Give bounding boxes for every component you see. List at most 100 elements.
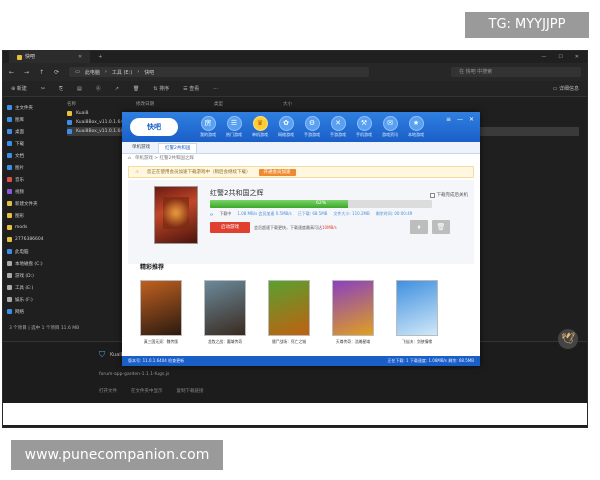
new-button[interactable]: ⊕ 新建 <box>11 85 27 92</box>
folder-icon <box>7 285 12 290</box>
sidebar-item[interactable]: 桌面 <box>7 127 55 136</box>
sidebar-item[interactable]: 娱乐 (F:) <box>7 295 55 304</box>
nav-item[interactable]: ✕ 手游游戏 <box>326 116 350 138</box>
sort-button[interactable]: ⇅ 排序 <box>153 85 169 92</box>
sidebar-item[interactable]: 网络 <box>7 307 55 316</box>
recommend-cover[interactable] <box>140 280 182 336</box>
nav-label: 热门游戏 <box>226 132 242 137</box>
recommend-item[interactable]: 龙牧之战：魔域传奇 <box>204 280 246 345</box>
close-icon[interactable]: ✕ <box>469 116 474 123</box>
nav-icon: ✉ <box>382 116 398 131</box>
downloading-icon: ⟳ <box>210 211 214 217</box>
column-header[interactable]: 类型 <box>214 101 223 109</box>
sidebar-item[interactable]: 此电脑 <box>7 247 55 256</box>
minimize-icon[interactable]: — <box>541 54 546 60</box>
tab-single-games[interactable]: 单机游戏 <box>126 143 156 153</box>
cut-icon[interactable]: ✂ <box>41 86 45 92</box>
back-icon[interactable]: ← <box>9 69 14 76</box>
sidebar-item[interactable]: 工具 (E:) <box>7 283 55 292</box>
sidebar-item[interactable]: 图库 <box>7 115 55 124</box>
nav-item[interactable]: ⚒ 手机游戏 <box>352 116 376 138</box>
tab-close-icon[interactable]: ✕ <box>78 51 82 63</box>
recommend-name: 真三国无双：魏传版 <box>143 339 179 344</box>
sidebar-item[interactable]: 下载 <box>7 139 55 148</box>
sidebar-item[interactable]: 游戏 (D:) <box>7 271 55 280</box>
sidebar-item[interactable]: 视频 <box>7 187 55 196</box>
bird-icon[interactable]: 🕊 <box>558 329 578 349</box>
recommend-cover[interactable] <box>396 280 438 336</box>
sidebar-item[interactable]: 新建文件夹 <box>7 199 55 208</box>
paste-icon[interactable]: ▤ <box>77 86 82 92</box>
delete-icon[interactable]: 🗑 <box>133 86 139 92</box>
maximize-icon[interactable]: ☐ <box>558 54 562 60</box>
sidebar-item[interactable]: 图形 <box>7 211 55 220</box>
open-vip-button[interactable]: 开通会员加速 <box>258 168 296 176</box>
nav-item[interactable]: 房我的游戏 <box>196 116 220 138</box>
address-segment[interactable]: 此电脑 <box>85 69 100 76</box>
search-input[interactable]: 在 快吧 中搜索 <box>451 67 581 77</box>
sidebar-item[interactable]: 文档 <box>7 151 55 160</box>
new-tab-icon[interactable]: + <box>98 54 102 60</box>
sidebar-item[interactable]: 本地磁盘 (C:) <box>7 259 55 268</box>
address-bar[interactable]: ▭ 此电脑 › 工具 (E:) › 快吧 <box>69 67 370 77</box>
window-controls: — ☐ ✕ <box>541 54 587 60</box>
details-button[interactable]: ▭ 详细信息 <box>553 85 579 92</box>
minimize-icon[interactable]: — <box>457 116 463 123</box>
recommend-cover[interactable] <box>204 280 246 336</box>
sidebar-item[interactable]: 主文件夹 <box>7 103 55 112</box>
recommend-item[interactable]: 飞仙决：剑侠情缘 <box>396 280 438 345</box>
column-header[interactable]: 名称 <box>67 101 76 109</box>
view-button[interactable]: ☰ 查看 <box>183 85 199 92</box>
folder-icon <box>7 237 12 242</box>
shutdown-checkbox[interactable]: 下载完成后关机 <box>429 192 468 198</box>
recommend-item[interactable]: 天尊传奇：浩瀚星域 <box>332 280 374 345</box>
download-item[interactable]: forum-app-garden-1.1.1-fugs.js <box>99 372 169 377</box>
sidebar-item[interactable]: 2776386604 <box>7 235 55 244</box>
recommend-name: 龙牧之战：魔域传奇 <box>207 339 243 344</box>
column-header[interactable]: 修改日期 <box>136 101 154 109</box>
forward-icon[interactable]: → <box>24 69 29 76</box>
nav-icon: ⚙ <box>304 116 320 131</box>
recommend-item[interactable]: 真三国无双：魏传版 <box>140 280 182 345</box>
open-file-link[interactable]: 打开文件 <box>99 388 117 394</box>
refresh-icon[interactable]: ⟳ <box>54 69 59 76</box>
pause-button[interactable]: ⏸ <box>410 220 428 234</box>
folder-icon <box>7 309 12 314</box>
more-icon[interactable]: ··· <box>213 86 218 92</box>
copy-icon[interactable]: ⎘ <box>59 86 63 92</box>
copy-link[interactable]: 复制下载链接 <box>177 388 204 394</box>
show-in-folder-link[interactable]: 在文件夹中显示 <box>131 388 163 394</box>
delete-button[interactable]: 🗑 <box>432 220 450 234</box>
folder-icon <box>7 213 12 218</box>
recommend-item[interactable]: 僵尸战场：死亡之城 <box>268 280 310 345</box>
nav-icon: ⚒ <box>356 116 372 131</box>
recommend-cover[interactable] <box>332 280 374 336</box>
nav-item[interactable]: ♛ 单机游戏 <box>248 116 272 138</box>
up-icon[interactable]: ↑ <box>39 69 44 76</box>
tab-game-detail[interactable]: 红警2共和国 <box>158 143 198 153</box>
share-icon[interactable]: ↗ <box>115 86 119 92</box>
nav-item[interactable]: ★ 本地游戏 <box>404 116 428 138</box>
sidebar-item[interactable]: 音乐 <box>7 175 55 184</box>
folder-icon <box>7 273 12 278</box>
column-header[interactable]: 大小 <box>283 101 292 109</box>
rename-icon[interactable]: Ⓐ <box>96 85 101 92</box>
menu-icon[interactable]: ≡ <box>446 116 451 123</box>
address-segment[interactable]: 工具 (E:) <box>112 69 132 76</box>
home-icon: ⌂ <box>128 156 131 161</box>
nav-item[interactable]: ✿ 网络游戏 <box>274 116 298 138</box>
blank-bar <box>3 403 587 425</box>
start-game-button[interactable]: 启动游戏 <box>210 222 250 233</box>
sidebar-item[interactable]: mods <box>7 223 55 232</box>
nav-icon: ★ <box>408 116 424 131</box>
explorer-tab[interactable]: 快吧 ✕ <box>9 51 91 63</box>
recommend-cover[interactable] <box>268 280 310 336</box>
sidebar-item[interactable]: 图片 <box>7 163 55 172</box>
nav-item[interactable]: ✉ 游戏资讯 <box>378 116 402 138</box>
watermark-bottom: www.punecompanion.com <box>11 440 223 470</box>
close-icon[interactable]: ✕ <box>575 54 579 60</box>
nav-item[interactable]: ⚙ 手游游戏 <box>300 116 324 138</box>
nav-item[interactable]: ☰ 热门游戏 <box>222 116 246 138</box>
nav-icon: ✕ <box>330 116 346 131</box>
address-segment[interactable]: 快吧 <box>144 69 154 76</box>
